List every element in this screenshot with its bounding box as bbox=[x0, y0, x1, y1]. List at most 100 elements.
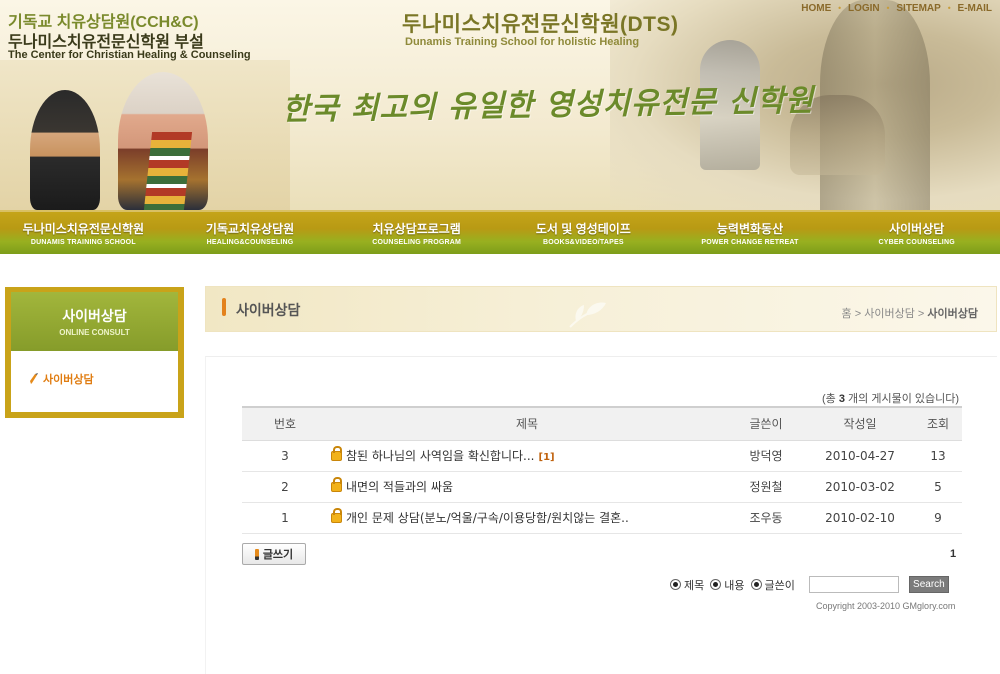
hero-photo-stole bbox=[143, 132, 193, 210]
main-nav-label: 기독교치유상담원 bbox=[205, 222, 295, 236]
search-option-label: 글쓴이 bbox=[764, 578, 795, 592]
search-option-author[interactable]: 글쓴이 bbox=[750, 577, 795, 593]
util-separator-dot: • bbox=[946, 4, 952, 13]
util-link-sitemap[interactable]: SITEMAP bbox=[896, 3, 940, 14]
search-button[interactable]: Search bbox=[908, 576, 949, 593]
lock-icon bbox=[331, 508, 342, 523]
breadcrumb-current: 사이버상담 bbox=[927, 308, 978, 320]
post-views: 13 bbox=[914, 440, 962, 472]
main-nav-program[interactable]: 치유상담프로그램 COUNSELING PROGRAM bbox=[333, 212, 500, 254]
radio-icon[interactable] bbox=[710, 579, 722, 590]
post-views: 9 bbox=[914, 502, 962, 534]
sidebar-title-en: ONLINE CONSULT bbox=[59, 328, 130, 337]
main-nav-healing[interactable]: 기독교치유상담원 HEALING&COUNSELING bbox=[167, 212, 334, 254]
post-author[interactable]: 정원철 bbox=[726, 471, 806, 503]
page-title: 사이버상담 bbox=[236, 302, 301, 318]
breadcrumb: 홈 > 사이버상담 > 사이버상담 bbox=[842, 305, 978, 321]
breadcrumb-section[interactable]: 사이버상담 bbox=[864, 308, 915, 320]
post-author[interactable]: 방덕영 bbox=[726, 440, 806, 472]
table-row: 1 개인 문제 상담(분노/억울/구속/이용당함/원치않는 결혼.. 조우동 2… bbox=[242, 502, 962, 534]
post-date: 2010-04-27 bbox=[806, 440, 914, 472]
search-input[interactable] bbox=[808, 576, 899, 593]
lock-icon bbox=[331, 477, 342, 492]
slogan: 한국 최고의 유일한 영성치유전문 신학원 bbox=[281, 83, 815, 128]
util-separator-dot: • bbox=[885, 4, 891, 13]
search-option-label: 제목 bbox=[684, 578, 705, 592]
school-logo-ko[interactable]: 두나미스치유전문신학원(DTS) bbox=[402, 8, 679, 38]
main-nav-cyber[interactable]: 사이버상담 CYBER COUNSELING bbox=[833, 212, 1000, 254]
main-nav-sublabel: POWER CHANGE RETREAT bbox=[701, 239, 799, 246]
copyright: Copyright 2003-2010 GMglory.com bbox=[816, 601, 956, 611]
post-number: 2 bbox=[242, 471, 328, 503]
post-title-link[interactable]: 참된 하나님의 사역임을 확신합니다... bbox=[346, 449, 535, 463]
post-number: 1 bbox=[242, 502, 328, 534]
sidebar-item-cyber-counseling[interactable]: 사이버상담 bbox=[29, 371, 94, 387]
search-option-label: 내용 bbox=[724, 578, 745, 592]
post-count-prefix: (총 bbox=[822, 393, 836, 405]
main-nav-retreat[interactable]: 능력변화동산 POWER CHANGE RETREAT bbox=[667, 212, 834, 254]
main-nav-dunamis[interactable]: 두나미스치유전문신학원 DUNAMIS TRAINING SCHOOL bbox=[0, 212, 167, 254]
post-table: 번호 제목 글쓴이 작성일 조회 3 참된 하나님의 사역임을 확신합니다...… bbox=[242, 406, 962, 534]
post-title-link[interactable]: 개인 문제 상담(분노/억울/구속/이용당함/원치않는 결혼.. bbox=[346, 511, 629, 525]
leaf-decoration-icon bbox=[569, 302, 606, 328]
post-title-cell: 참된 하나님의 사역임을 확신합니다... [1] bbox=[328, 440, 726, 472]
main-nav-label: 도서 및 영성테이프 bbox=[535, 222, 631, 236]
utility-nav: HOME • LOGIN • SITEMAP • E-MAIL bbox=[801, 3, 992, 14]
comment-count: [1] bbox=[538, 452, 555, 463]
table-row: 3 참된 하나님의 사역임을 확신합니다... [1] 방덕영 2010-04-2… bbox=[242, 440, 962, 472]
post-title-link[interactable]: 내면의 적들과의 싸움 bbox=[346, 480, 453, 494]
pencil-icon bbox=[254, 548, 259, 560]
main-nav: 두나미스치유전문신학원 DUNAMIS TRAINING SCHOOL 기독교치… bbox=[0, 210, 1000, 254]
page-number-current[interactable]: 1 bbox=[950, 548, 956, 560]
post-author[interactable]: 조우동 bbox=[726, 502, 806, 534]
main-nav-label: 두나미스치유전문신학원 bbox=[22, 222, 145, 236]
sidebar: 사이버상담 ONLINE CONSULT 사이버상담 bbox=[5, 287, 184, 418]
util-separator-dot: • bbox=[837, 4, 842, 13]
post-title-cell: 내면의 적들과의 싸움 bbox=[328, 471, 726, 503]
util-link-login[interactable]: LOGIN bbox=[848, 3, 880, 14]
main-nav-books[interactable]: 도서 및 영성테이프 BOOKS&VIDEO/TAPES bbox=[500, 212, 667, 254]
post-title-cell: 개인 문제 상담(분노/억울/구속/이용당함/원치않는 결혼.. bbox=[328, 502, 726, 534]
table-header-row: 번호 제목 글쓴이 작성일 조회 bbox=[242, 406, 962, 441]
main-nav-sublabel: HEALING&COUNSELING bbox=[206, 239, 294, 246]
post-number: 3 bbox=[242, 440, 328, 472]
post-views: 5 bbox=[914, 471, 962, 503]
search-bar: 제목 내용 글쓴이 Search bbox=[670, 576, 949, 593]
main-nav-sublabel: BOOKS&VIDEO/TAPES bbox=[543, 239, 624, 246]
post-count-number: 3 bbox=[838, 393, 845, 405]
write-button-label: 글쓰기 bbox=[262, 549, 294, 561]
main-nav-sublabel: DUNAMIS TRAINING SCHOOL bbox=[30, 239, 136, 246]
lock-icon bbox=[331, 446, 342, 461]
org-name-en: The Center for Christian Healing & Couns… bbox=[8, 49, 251, 61]
post-count: (총 3 개의 게시물이 있습니다) bbox=[822, 390, 959, 406]
sidebar-title-ko: 사이버상담 bbox=[62, 308, 127, 324]
main-nav-label: 사이버상담 bbox=[889, 222, 945, 236]
breadcrumb-separator: > bbox=[917, 308, 925, 320]
breadcrumb-separator: > bbox=[854, 308, 862, 320]
breadcrumb-home[interactable]: 홈 bbox=[842, 308, 852, 320]
util-link-email[interactable]: E-MAIL bbox=[958, 3, 992, 14]
hero-photo-person-left bbox=[30, 90, 100, 210]
col-header-title: 제목 bbox=[328, 406, 726, 441]
post-date: 2010-02-10 bbox=[806, 502, 914, 534]
main-nav-label: 능력변화동산 bbox=[716, 222, 784, 236]
sidebar-item-label: 사이버상담 bbox=[43, 374, 94, 386]
page-header: 사이버상담 홈 > 사이버상담 > 사이버상담 bbox=[205, 286, 997, 332]
util-link-home[interactable]: HOME bbox=[801, 3, 831, 14]
write-button[interactable]: 글쓰기 bbox=[242, 543, 306, 565]
post-date: 2010-03-02 bbox=[806, 471, 914, 503]
radio-icon[interactable] bbox=[750, 579, 762, 590]
col-header-views: 조회 bbox=[914, 406, 962, 441]
post-count-suffix: 개의 게시물이 있습니다) bbox=[848, 393, 960, 405]
search-option-title[interactable]: 제목 bbox=[670, 577, 704, 593]
sidebar-title: 사이버상담 ONLINE CONSULT bbox=[11, 292, 178, 351]
site-header: 기독교 치유상담원(CCH&C) 두나미스치유전문신학원 부설 The Cent… bbox=[0, 0, 1000, 210]
table-row: 2 내면의 적들과의 싸움 정원철 2010-03-02 5 bbox=[242, 471, 962, 503]
search-option-content[interactable]: 내용 bbox=[710, 577, 745, 593]
main-nav-sublabel: CYBER COUNSELING bbox=[878, 239, 955, 246]
radio-icon[interactable] bbox=[670, 579, 681, 590]
main-nav-label: 치유상담프로그램 bbox=[372, 222, 461, 236]
col-header-author: 글쓴이 bbox=[726, 406, 806, 441]
col-header-number: 번호 bbox=[242, 406, 328, 441]
pencil-icon bbox=[30, 373, 38, 384]
